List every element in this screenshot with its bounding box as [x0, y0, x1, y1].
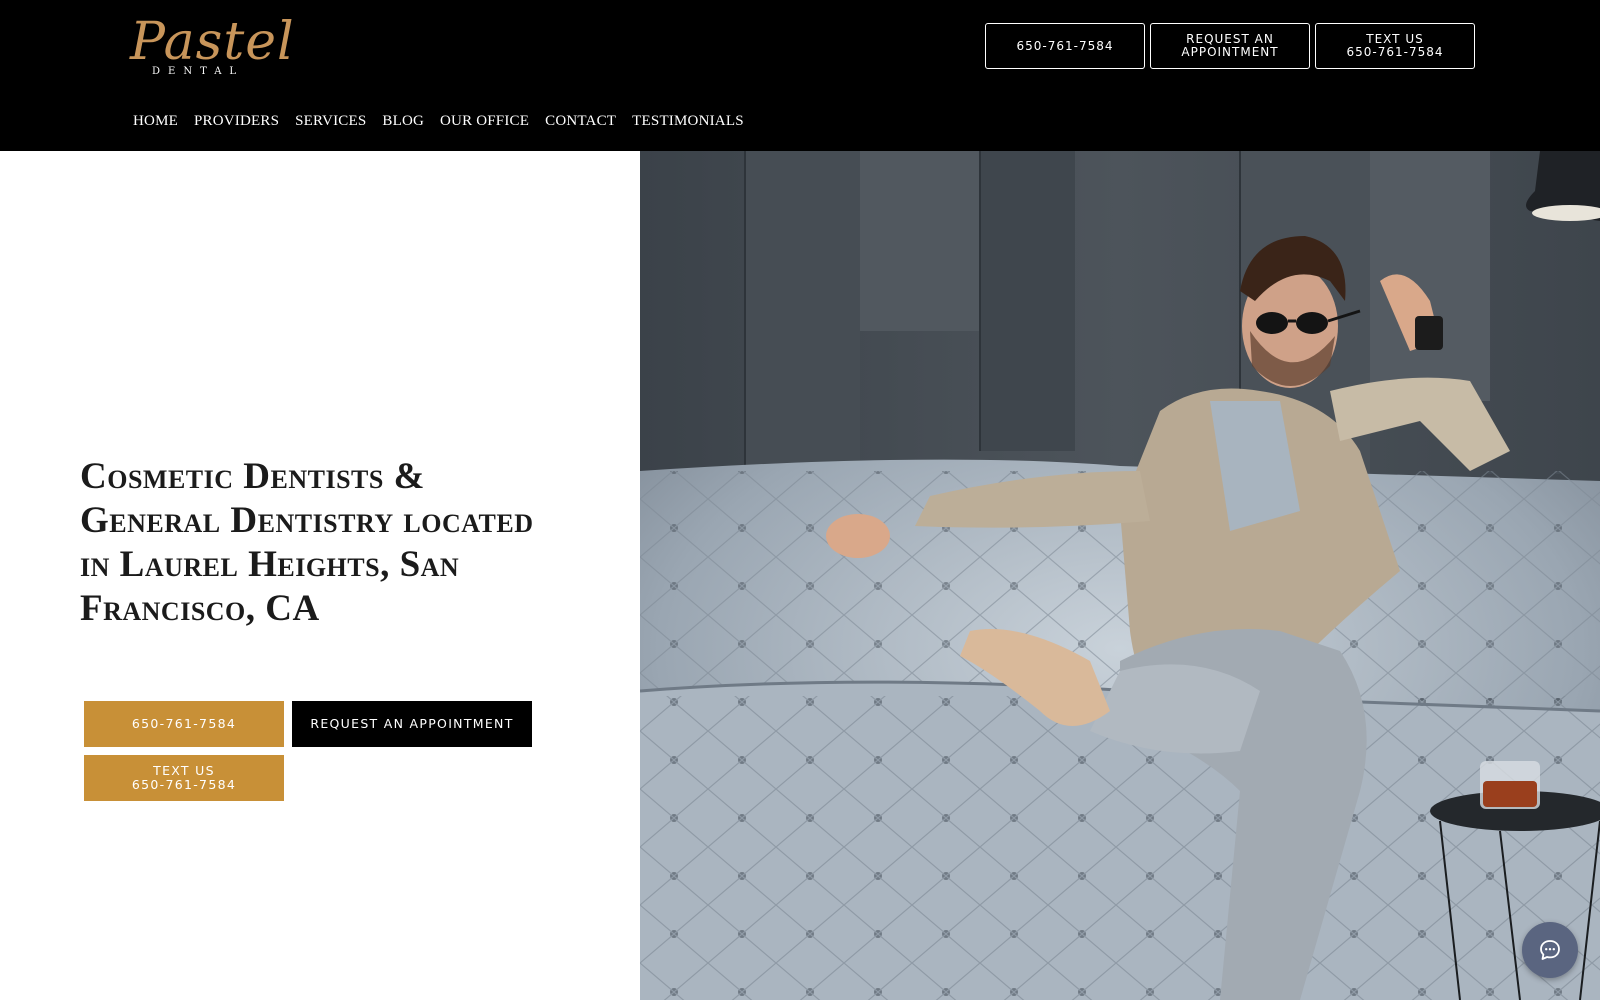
chat-bubble-icon	[1540, 940, 1560, 960]
hero-image	[640, 151, 1600, 1000]
header-appointment-line2: APPOINTMENT	[1181, 45, 1279, 59]
nav-testimonials[interactable]: TESTIMONIALS	[632, 113, 744, 130]
nav-services[interactable]: SERVICES	[295, 113, 366, 130]
logo-script: Pastel	[130, 12, 295, 72]
nav-our-office[interactable]: OUR OFFICE	[440, 113, 529, 130]
header-text-us-button[interactable]: TEXT US 650-761-7584	[1315, 23, 1475, 69]
logo-subtitle: DENTAL	[152, 66, 245, 77]
logo[interactable]: Pastel DENTAL	[130, 12, 294, 80]
nav-home[interactable]: HOME	[133, 113, 178, 130]
header-phone-label: 650-761-7584	[1016, 38, 1114, 53]
hero-photo-illustration	[640, 151, 1600, 1000]
hero-text-us-line2: 650-761-7584	[131, 777, 237, 792]
hero-title: Cosmetic Dentists & General Dentistry lo…	[80, 456, 534, 629]
header-appointment-button[interactable]: REQUEST AN APPOINTMENT	[1150, 23, 1310, 69]
hero-appointment-button[interactable]: REQUEST AN APPOINTMENT	[292, 701, 532, 747]
site-header: Pastel DENTAL 650-761-7584 REQUEST AN AP…	[0, 0, 1600, 151]
nav-providers[interactable]: PROVIDERS	[194, 113, 279, 130]
hero-text-us-line1: TEXT US	[153, 763, 215, 778]
nav-contact[interactable]: CONTACT	[545, 113, 616, 130]
hero-appointment-label: REQUEST AN APPOINTMENT	[310, 716, 514, 731]
hero-text-us-button[interactable]: TEXT US 650-761-7584	[84, 755, 284, 801]
header-text-us-line2: 650-761-7584	[1346, 45, 1444, 59]
chat-button[interactable]	[1522, 922, 1578, 978]
header-phone-button[interactable]: 650-761-7584	[985, 23, 1145, 69]
nav-blog[interactable]: BLOG	[382, 113, 424, 130]
main-nav: HOME PROVIDERS SERVICES BLOG OUR OFFICE …	[133, 113, 760, 130]
hero-phone-label: 650-761-7584	[131, 716, 237, 731]
hero-phone-button[interactable]: 650-761-7584	[84, 701, 284, 747]
